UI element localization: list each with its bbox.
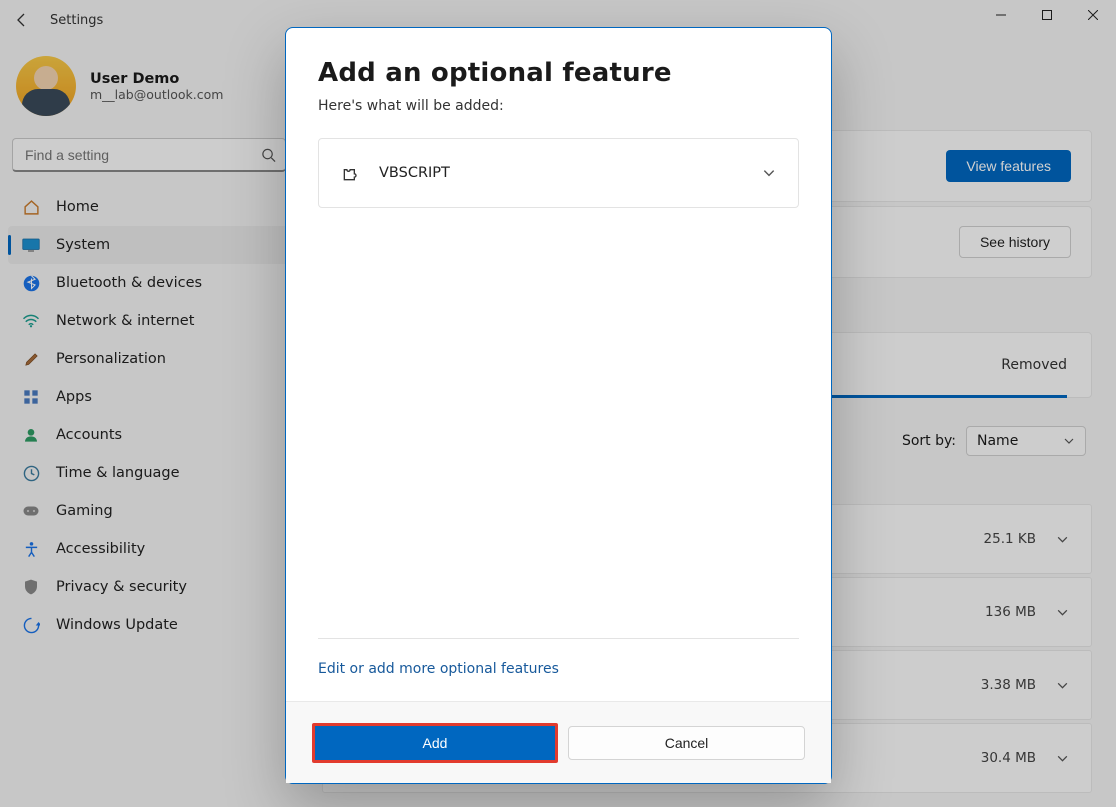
add-button-highlight: Add bbox=[312, 723, 558, 763]
dialog-title: Add an optional feature bbox=[318, 58, 799, 88]
cancel-button[interactable]: Cancel bbox=[568, 726, 805, 760]
chevron-down-icon[interactable] bbox=[762, 166, 776, 180]
add-feature-dialog: Add an optional feature Here's what will… bbox=[285, 27, 832, 784]
feature-item[interactable]: VBSCRIPT bbox=[318, 138, 799, 208]
dialog-subtitle: Here's what will be added: bbox=[318, 98, 799, 114]
puzzle-icon bbox=[341, 163, 361, 183]
feature-name: VBSCRIPT bbox=[379, 165, 744, 181]
edit-features-link[interactable]: Edit or add more optional features bbox=[318, 661, 559, 677]
dialog-footer: Add Cancel bbox=[286, 701, 831, 783]
divider bbox=[318, 638, 799, 639]
add-button[interactable]: Add bbox=[315, 726, 555, 760]
